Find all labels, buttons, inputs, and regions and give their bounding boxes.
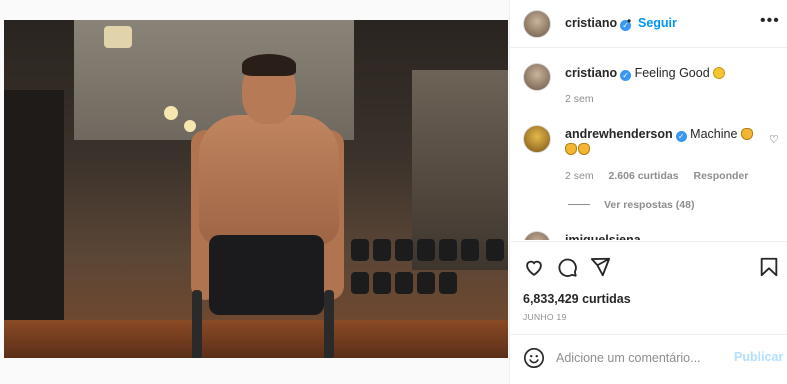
post-photo[interactable] bbox=[4, 20, 508, 358]
publish-button[interactable]: Publicar bbox=[734, 350, 783, 364]
caption-line: cristiano ✓ Feeling Good bbox=[565, 66, 726, 81]
photo-rack bbox=[4, 90, 64, 340]
verified-badge-icon: ✓ bbox=[675, 131, 687, 142]
reply-button[interactable]: Responder bbox=[693, 170, 748, 182]
separator-dot: • bbox=[627, 14, 632, 28]
comment-icon[interactable] bbox=[556, 256, 578, 278]
caption-avatar[interactable] bbox=[523, 63, 551, 91]
more-options-icon[interactable]: ••• bbox=[760, 12, 780, 30]
heart-icon[interactable] bbox=[523, 256, 545, 278]
clapping-hands-icon bbox=[578, 143, 590, 155]
comment-text: Machine bbox=[690, 127, 738, 141]
caption-text: Feeling Good bbox=[634, 66, 710, 80]
photo-light bbox=[104, 26, 132, 48]
author-username[interactable]: cristiano ✓ bbox=[565, 16, 632, 31]
smiley-icon[interactable] bbox=[523, 347, 545, 369]
comment-composer: Publicar bbox=[510, 334, 787, 384]
bookmark-icon[interactable] bbox=[758, 256, 780, 278]
comment-time: 2 sem bbox=[565, 170, 594, 182]
caption-time: 2 sem bbox=[565, 93, 594, 105]
likes-count[interactable]: 6,833,429 curtidas bbox=[523, 292, 631, 306]
comment-username[interactable]: andrewhenderson bbox=[565, 127, 673, 141]
comment-input[interactable] bbox=[556, 349, 726, 367]
replies-divider bbox=[568, 204, 590, 205]
author-avatar[interactable] bbox=[523, 10, 551, 38]
comment-line: andrewhenderson ✓ Machine bbox=[565, 127, 754, 142]
instagram-post: cristiano ✓ • Seguir ••• cristiano ✓ Feeli… bbox=[0, 0, 787, 384]
caption-username[interactable]: cristiano bbox=[565, 66, 617, 80]
photo-light bbox=[164, 106, 178, 120]
post-actions: 6,833,429 curtidas JUNHO 19 bbox=[510, 241, 787, 333]
clapping-hands-icon bbox=[565, 143, 577, 155]
clapping-hands-icon bbox=[740, 128, 753, 140]
view-replies-button[interactable]: Ver respostas (48) bbox=[568, 199, 694, 211]
photo-person-torso bbox=[199, 115, 339, 245]
smiling-face-icon bbox=[713, 67, 726, 79]
photo-pushup-bar bbox=[324, 290, 334, 358]
paper-plane-icon[interactable] bbox=[589, 256, 611, 278]
comment-avatar[interactable] bbox=[523, 231, 551, 240]
photo-light bbox=[184, 120, 196, 132]
post-side-panel: cristiano ✓ • Seguir ••• cristiano ✓ Feeli… bbox=[509, 0, 787, 384]
comments-list[interactable]: cristiano ✓ Feeling Good 2 sem andrewhend… bbox=[510, 49, 787, 240]
photo-person-hair bbox=[242, 54, 296, 76]
comment-likes[interactable]: 2.606 curtidas bbox=[609, 170, 679, 182]
photo-person-shorts bbox=[209, 235, 324, 315]
photo-bench bbox=[4, 320, 508, 358]
comment-like-heart-icon[interactable]: ♡ bbox=[769, 133, 779, 146]
photo-dumbbells bbox=[349, 235, 508, 315]
comment-line-2 bbox=[565, 142, 591, 156]
follow-button[interactable]: Seguir bbox=[638, 16, 677, 30]
comment-avatar[interactable] bbox=[523, 125, 551, 153]
verified-badge-icon: ✓ bbox=[620, 70, 632, 81]
comment-username[interactable]: imiguelsiena bbox=[565, 233, 641, 240]
post-header: cristiano ✓ • Seguir ••• bbox=[510, 0, 787, 48]
photo-pushup-bar bbox=[192, 290, 202, 358]
comment-meta: 2 sem 2.606 curtidas Responder bbox=[565, 170, 760, 182]
comment-line: imiguelsiena bbox=[565, 233, 641, 240]
post-date: JUNHO 19 bbox=[523, 312, 567, 322]
